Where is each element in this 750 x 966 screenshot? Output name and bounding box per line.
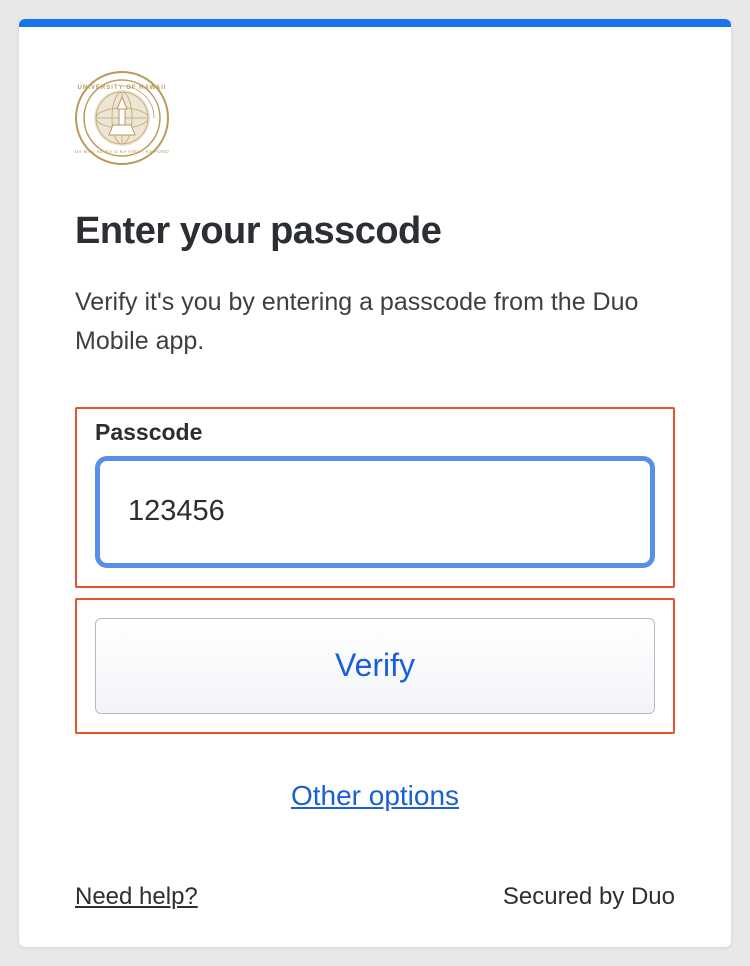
need-help-link[interactable]: Need help?	[75, 883, 198, 911]
svg-text:UNIVERSITY OF HAWAII: UNIVERSITY OF HAWAII	[78, 85, 167, 91]
other-options-link[interactable]: Other options	[291, 780, 459, 811]
card-top-accent	[19, 19, 731, 27]
card-footer: Need help? Secured by Duo	[75, 883, 675, 911]
svg-text:UA MAU KE EA O KA AINA I KA PO: UA MAU KE EA O KA AINA I KA PONO	[75, 149, 169, 154]
verify-highlight-box: Verify	[75, 598, 675, 734]
verify-button[interactable]: Verify	[95, 618, 655, 714]
passcode-card: UNIVERSITY OF HAWAII UA MAU KE EA O KA A…	[19, 19, 731, 947]
page-title: Enter your passcode	[75, 210, 675, 253]
passcode-input[interactable]	[95, 456, 655, 568]
passcode-label: Passcode	[95, 419, 655, 446]
org-logo: UNIVERSITY OF HAWAII UA MAU KE EA O KA A…	[75, 71, 675, 170]
instruction-text: Verify it's you by entering a passcode f…	[75, 283, 675, 361]
other-options-row: Other options	[75, 780, 675, 812]
secured-by-text: Secured by Duo	[503, 883, 675, 911]
card-content: UNIVERSITY OF HAWAII UA MAU KE EA O KA A…	[19, 27, 731, 812]
passcode-highlight-box: Passcode	[75, 407, 675, 588]
university-seal-icon: UNIVERSITY OF HAWAII UA MAU KE EA O KA A…	[75, 71, 169, 165]
